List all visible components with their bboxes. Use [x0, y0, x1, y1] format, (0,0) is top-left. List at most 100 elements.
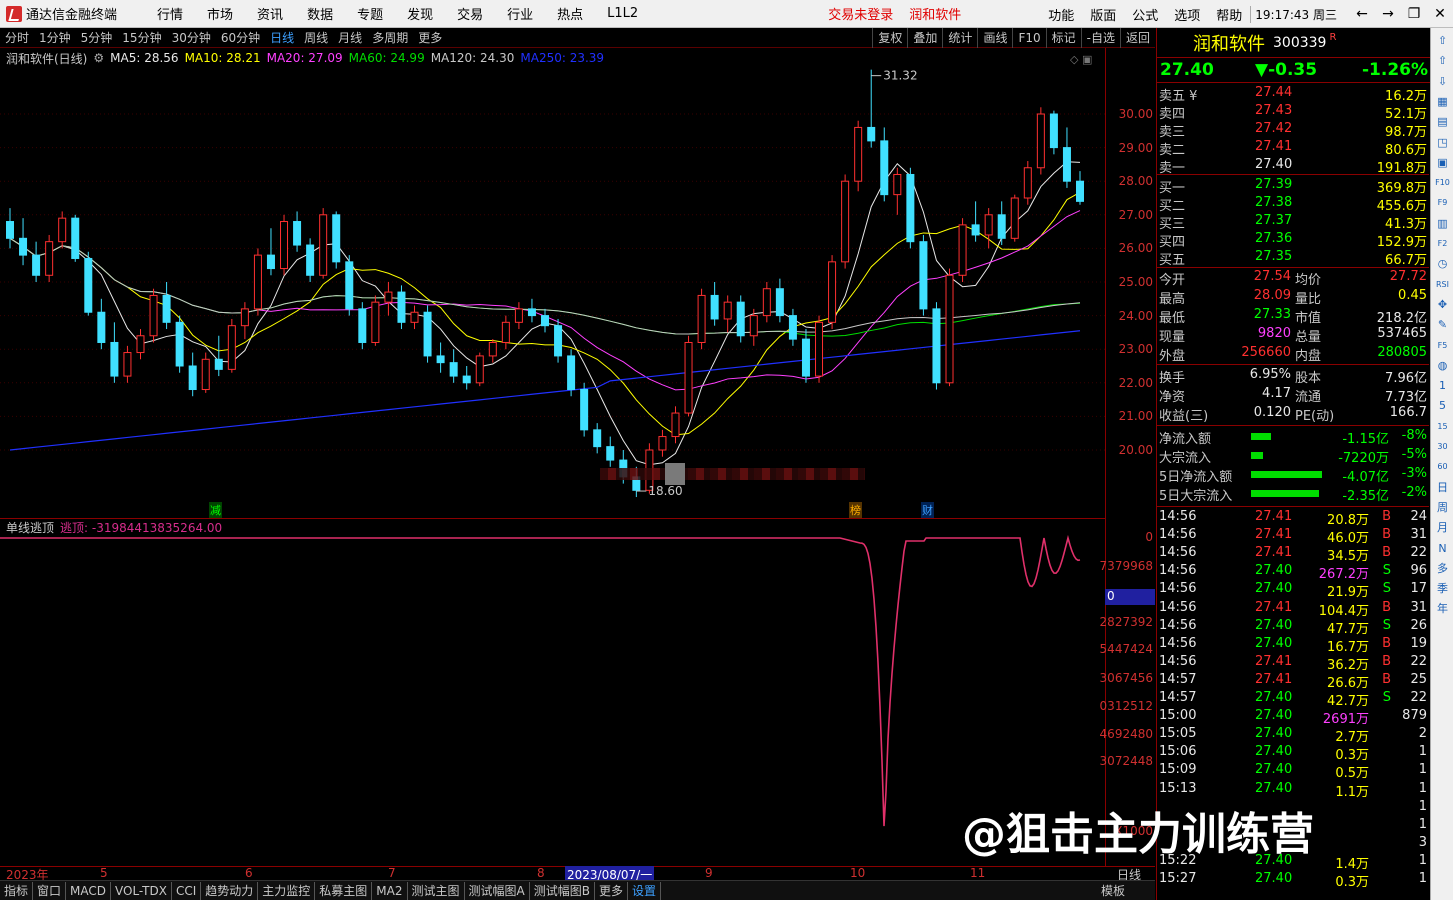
sidebar-tool-icon[interactable]: 季: [1434, 580, 1451, 597]
stat-row[interactable]: 现量 9820 总量 537465: [1157, 326, 1429, 345]
template-button[interactable]: 模板: [1101, 882, 1125, 899]
sidebar-tool-icon[interactable]: RSI: [1434, 276, 1451, 293]
sidebar-tool-icon[interactable]: 1: [1434, 377, 1451, 394]
product-link[interactable]: 润和软件: [909, 4, 961, 23]
tab-cci[interactable]: CCI: [172, 881, 202, 900]
sidebar-tool-icon[interactable]: ▣: [1434, 154, 1451, 171]
tick-row[interactable]: 14:56 27.41 34.5万 B 22: [1157, 545, 1429, 564]
ask-row[interactable]: 卖一 27.40 191.8万: [1157, 157, 1429, 176]
fund-flow-row[interactable]: 净流入额 -1.15亿 -8%: [1157, 428, 1429, 447]
tab-test-sub-b[interactable]: 测试幅图B: [530, 881, 595, 900]
tab-trend-power[interactable]: 趋势动力: [201, 881, 259, 900]
period-weekly[interactable]: 周线: [299, 29, 333, 46]
menu-function[interactable]: 功能: [1040, 5, 1082, 24]
menu-market[interactable]: 市场: [195, 4, 245, 23]
period-30min[interactable]: 30分钟: [167, 29, 216, 46]
f10-button[interactable]: F10: [1012, 28, 1045, 48]
bid-row[interactable]: 买二 27.38 455.6万: [1157, 195, 1429, 214]
menu-discover[interactable]: 发现: [395, 4, 445, 23]
tick-row[interactable]: 14:56 27.41 20.8万 B 24: [1157, 509, 1429, 528]
tick-row[interactable]: 14:56 27.40 47.7万 S 26: [1157, 618, 1429, 637]
draw-button[interactable]: 画线: [977, 28, 1012, 48]
menu-layout[interactable]: 版面: [1082, 5, 1124, 24]
sidebar-tool-icon[interactable]: 30: [1434, 438, 1451, 455]
sidebar-tool-icon[interactable]: F10: [1434, 174, 1451, 191]
indicator-chart[interactable]: [0, 518, 1105, 866]
sidebar-tool-icon[interactable]: 月: [1434, 519, 1451, 536]
tick-row[interactable]: 15:27 27.40 0.3万 1: [1157, 871, 1429, 890]
settings-gear-icon[interactable]: ⚙: [93, 51, 104, 65]
menu-help[interactable]: 帮助: [1208, 5, 1250, 24]
menu-quotes[interactable]: 行情: [145, 4, 195, 23]
tab-private-main[interactable]: 私募主图: [315, 881, 373, 900]
mark-button[interactable]: 标记: [1045, 28, 1081, 48]
tick-row[interactable]: 14:57 27.40 42.7万 S 22: [1157, 690, 1429, 709]
candlestick-chart[interactable]: 31.3218.60◇ ▣: [0, 48, 1105, 518]
tab-test-main[interactable]: 测试主图: [408, 881, 465, 900]
bid-row[interactable]: 买五 27.35 66.7万: [1157, 249, 1429, 268]
list-marker[interactable]: 榜: [849, 502, 862, 518]
sidebar-tool-icon[interactable]: ⇧: [1434, 52, 1451, 69]
stats-button[interactable]: 统计: [942, 28, 977, 48]
tick-row[interactable]: 15:06 27.40 0.3万 1: [1157, 744, 1429, 763]
ask-row[interactable]: 卖四 27.43 52.1万: [1157, 103, 1429, 122]
tick-row[interactable]: 14:56 27.41 46.0万 B 31: [1157, 527, 1429, 546]
tab-vol-tdx[interactable]: VOL-TDX: [111, 881, 172, 900]
remove-watchlist-button[interactable]: -自选: [1080, 28, 1120, 48]
tick-row[interactable]: 15:13 27.40 1.1万 1: [1157, 781, 1429, 800]
tick-row[interactable]: 14:56 27.41 36.2万 B 22: [1157, 654, 1429, 673]
tab-window[interactable]: 窗口: [33, 881, 67, 900]
menu-topics[interactable]: 专题: [345, 4, 395, 23]
period-1min[interactable]: 1分钟: [34, 29, 76, 46]
menu-formula[interactable]: 公式: [1124, 5, 1166, 24]
sidebar-tool-icon[interactable]: ◍: [1434, 357, 1451, 374]
tick-row[interactable]: 14:56 27.40 16.7万 B 19: [1157, 636, 1429, 655]
stat-row[interactable]: 外盘 256660 内盘 280805: [1157, 345, 1429, 364]
sidebar-tool-icon[interactable]: F5: [1434, 337, 1451, 354]
tab-more[interactable]: 更多: [595, 881, 628, 900]
period-5min[interactable]: 5分钟: [76, 29, 118, 46]
sidebar-tool-icon[interactable]: 日: [1434, 479, 1451, 496]
stat-row[interactable]: 今开 27.54 均价 27.72: [1157, 269, 1429, 288]
sidebar-tool-icon[interactable]: 5: [1434, 397, 1451, 414]
sidebar-tool-icon[interactable]: ✎: [1434, 316, 1451, 333]
period-60min[interactable]: 60分钟: [216, 29, 265, 46]
stat2-row[interactable]: 收益(三) 0.120 PE(动) 166.7: [1157, 405, 1429, 424]
close-icon[interactable]: ✕: [1427, 6, 1453, 22]
tick-row[interactable]: 15:09 27.40 0.5万 1: [1157, 762, 1429, 781]
period-15min[interactable]: 15分钟: [117, 29, 166, 46]
tick-row[interactable]: 14:56 27.40 267.2万 S 96: [1157, 563, 1429, 582]
sidebar-tool-icon[interactable]: ◷: [1434, 255, 1451, 272]
bid-row[interactable]: 买一 27.39 369.8万: [1157, 177, 1429, 196]
period-monthly[interactable]: 月线: [333, 29, 367, 46]
reduce-marker[interactable]: 减: [209, 502, 222, 518]
trade-login-status[interactable]: 交易未登录: [828, 4, 893, 23]
sidebar-tool-icon[interactable]: F2: [1434, 235, 1451, 252]
sub-indicator-name[interactable]: 单线逃顶: [6, 519, 54, 536]
finance-marker[interactable]: 财: [921, 502, 934, 518]
period-daily[interactable]: 日线: [265, 29, 299, 46]
fund-flow-row[interactable]: 5日净流入额 -4.07亿 -3%: [1157, 466, 1429, 485]
ask-row[interactable]: 卖五 ¥ 27.44 16.2万: [1157, 85, 1429, 104]
tab-indicator[interactable]: 指标: [0, 881, 34, 900]
tab-main-monitor[interactable]: 主力监控: [258, 881, 316, 900]
bid-row[interactable]: 买四 27.36 152.9万: [1157, 231, 1429, 250]
fund-flow-row[interactable]: 大宗流入 -7220万 -5%: [1157, 447, 1429, 466]
menu-news[interactable]: 资讯: [245, 4, 295, 23]
menu-data[interactable]: 数据: [295, 4, 345, 23]
stat2-row[interactable]: 换手 6.95% 股本 7.96亿: [1157, 367, 1429, 386]
sidebar-tool-icon[interactable]: ▥: [1434, 215, 1451, 232]
menu-hot[interactable]: 热点: [545, 4, 595, 23]
stat-row[interactable]: 最高 28.09 量比 0.45: [1157, 288, 1429, 307]
return-button[interactable]: 返回: [1119, 28, 1155, 48]
forward-icon[interactable]: →: [1375, 6, 1401, 22]
sidebar-tool-icon[interactable]: 15: [1434, 418, 1451, 435]
tick-row[interactable]: 14:57 27.41 26.6万 B 25: [1157, 672, 1429, 691]
menu-trade[interactable]: 交易: [445, 4, 495, 23]
sidebar-tool-icon[interactable]: N: [1434, 540, 1451, 557]
tick-row[interactable]: 14:56 27.40 21.9万 S 17: [1157, 581, 1429, 600]
sidebar-tool-icon[interactable]: ◳: [1434, 134, 1451, 151]
menu-l1l2[interactable]: L1L2: [595, 6, 650, 21]
sidebar-tool-icon[interactable]: ✥: [1434, 296, 1451, 313]
tab-settings[interactable]: 设置: [628, 881, 661, 900]
